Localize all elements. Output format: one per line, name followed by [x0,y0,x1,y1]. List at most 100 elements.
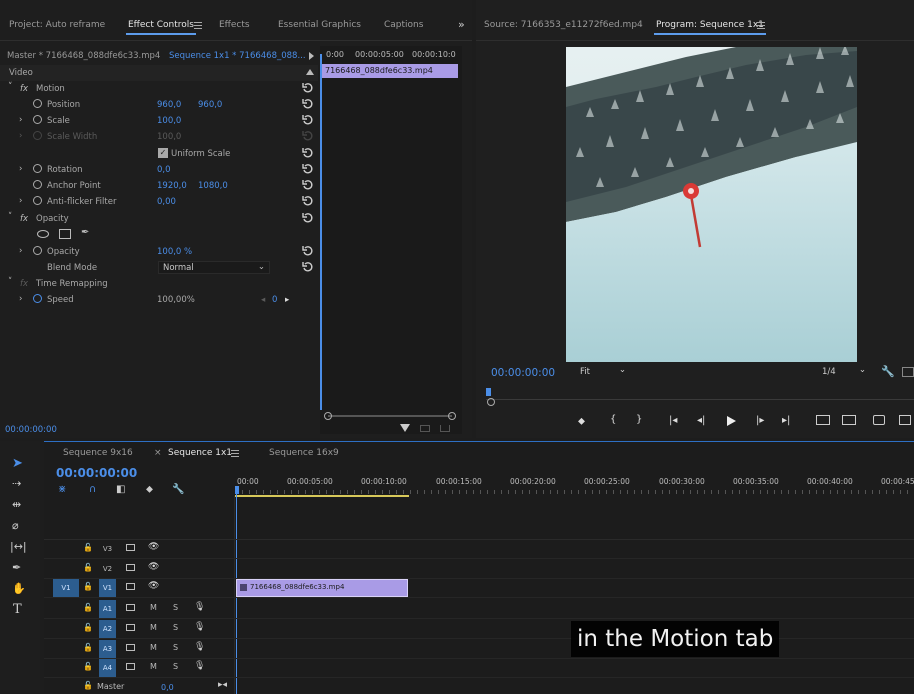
go-to-out-icon[interactable]: ▸| [782,415,790,426]
expand-chevron-icon[interactable]: › [19,115,22,125]
expand-chevron-icon[interactable]: › [19,294,22,304]
reset-icon[interactable] [302,195,314,207]
expand-chevron-icon[interactable]: › [19,164,22,174]
antiflicker-value[interactable]: 0,00 [157,197,176,207]
go-to-in-icon[interactable]: |◂ [669,415,677,426]
sync-lock-icon[interactable] [126,564,135,571]
stopwatch-icon[interactable] [33,115,42,124]
solo-button[interactable]: S [173,623,178,632]
overflow-chevron-icon[interactable]: » [458,18,465,31]
share-icon[interactable] [440,425,450,432]
tab-sequence-16x9[interactable]: Sequence 16x9 [269,448,339,458]
speed-row[interactable]: › Speed 100,00% ◂ 0 ▸ [0,292,318,308]
eye-icon[interactable]: 👁 [148,562,159,572]
mute-button[interactable]: M [150,662,157,671]
position-y-value[interactable]: 960,0 [198,100,222,110]
sync-lock-icon[interactable] [126,604,135,611]
rotation-row[interactable]: › Rotation 0,0 [0,162,318,178]
lock-icon[interactable]: 🔓 [83,543,93,552]
program-timecode[interactable]: 00:00:00:00 [491,367,555,379]
fx-icon[interactable]: fx [20,84,28,94]
filter-icon[interactable] [400,424,410,432]
prev-keyframe-icon[interactable]: ◂ [261,295,265,305]
close-tab-icon[interactable]: × [154,448,162,458]
track-target-a1[interactable]: A1 [99,600,116,618]
master-volume-value[interactable]: 0,0 [161,683,174,692]
panel-menu-icon[interactable] [194,22,202,29]
program-scrub-bar[interactable] [486,388,914,406]
antiflicker-row[interactable]: › Anti-flicker Filter 0,00 [0,194,318,210]
track-target-a2[interactable]: A2 [99,620,116,638]
timeline-ruler[interactable]: 00:00 00:00:05:00 00:00:10:00 00:00:15:0… [235,472,914,497]
reset-icon[interactable] [302,179,314,191]
sync-lock-icon[interactable] [126,583,135,590]
sync-lock-icon[interactable] [126,624,135,631]
overflow-icon[interactable] [902,367,914,377]
stopwatch-icon[interactable] [33,164,42,173]
eye-icon[interactable]: 👁 [148,542,159,552]
scale-value[interactable]: 100,0 [157,116,181,126]
blend-mode-select[interactable]: Normal ⌄ [158,261,270,274]
lock-icon[interactable]: 🔓 [83,643,93,652]
export-frame-icon[interactable] [873,415,885,425]
collapse-up-icon[interactable] [306,69,314,75]
reset-icon[interactable] [302,98,314,110]
ellipse-mask-icon[interactable] [37,230,49,238]
pen-mask-icon[interactable]: ✒ [81,227,89,238]
microphone-icon[interactable]: 🎙 [194,661,205,671]
extract-icon[interactable] [842,415,856,425]
reset-icon[interactable] [302,261,314,273]
add-marker-icon[interactable]: ⬥ [146,484,153,495]
anchor-point-row[interactable]: Anchor Point 1920,0 1080,0 [0,178,318,194]
ripple-edit-tool-icon[interactable]: ⇹ [12,498,21,511]
pen-tool-icon[interactable]: ✒ [12,561,21,574]
mark-out-icon[interactable]: } [636,414,642,425]
microphone-icon[interactable]: 🎙 [194,622,205,632]
lock-icon[interactable]: 🔓 [83,662,93,671]
reset-icon[interactable] [302,163,314,175]
track-target-v1[interactable]: V1 [99,579,116,597]
expand-chevron-icon[interactable]: › [19,246,22,256]
go-to-end-icon[interactable]: ▸◂ [218,680,227,690]
tab-essential-graphics[interactable]: Essential Graphics [278,20,361,30]
anchor-x-value[interactable]: 1920,0 [157,181,187,191]
timeline-timecode[interactable]: 00:00:00:00 [56,466,137,480]
fit-select[interactable]: Fit ⌄ [580,365,628,379]
microphone-icon[interactable]: 🎙 [194,642,205,652]
linked-selection-icon[interactable]: ∩ [89,484,96,495]
motion-effect-row[interactable]: ˅ fx Motion [0,81,318,97]
scale-row[interactable]: › Scale 100,0 [0,113,318,129]
source-patch-v1[interactable]: V1 [53,579,79,597]
comparison-view-icon[interactable] [899,415,911,425]
nest-icon[interactable]: ◧ [116,484,125,495]
sync-lock-icon[interactable] [126,544,135,551]
tab-effect-controls[interactable]: Effect Controls [126,20,196,35]
tab-effects[interactable]: Effects [219,20,250,30]
snap-icon[interactable]: ⋇ [58,484,66,495]
reset-icon[interactable] [302,212,314,224]
tab-project[interactable]: Project: Auto reframe [9,20,105,30]
lock-icon[interactable]: 🔓 [83,603,93,612]
microphone-icon[interactable]: 🎙 [194,602,205,612]
position-x-value[interactable]: 960,0 [157,100,181,110]
solo-button[interactable]: S [173,662,178,671]
tab-sequence-1x1[interactable]: Sequence 1x1 [168,448,232,458]
lock-icon[interactable]: 🔓 [83,582,93,591]
video-preview[interactable] [566,47,857,362]
expand-chevron-icon[interactable]: ˅ [8,212,12,222]
work-area-bar[interactable] [235,495,409,497]
timeline-clip[interactable]: 7166468_088dfe6c33.mp4 [236,579,408,597]
reset-icon[interactable] [302,82,314,94]
position-row[interactable]: Position 960,0 960,0 [0,97,318,113]
opacity-effect-row[interactable]: ˅ fx Opacity [0,211,318,227]
speed-value[interactable]: 100,00% [157,295,195,305]
stopwatch-icon[interactable] [33,99,42,108]
play-clip-icon[interactable] [309,52,314,60]
uniform-scale-row[interactable]: ✓ Uniform Scale [0,146,318,162]
tab-sequence-9x16[interactable]: Sequence 9x16 [63,448,133,458]
export-frame-icon[interactable] [420,425,430,432]
solo-button[interactable]: S [173,643,178,652]
sync-lock-icon[interactable] [126,663,135,670]
wrench-icon[interactable]: 🔧 [881,365,895,378]
stopwatch-icon[interactable] [33,196,42,205]
